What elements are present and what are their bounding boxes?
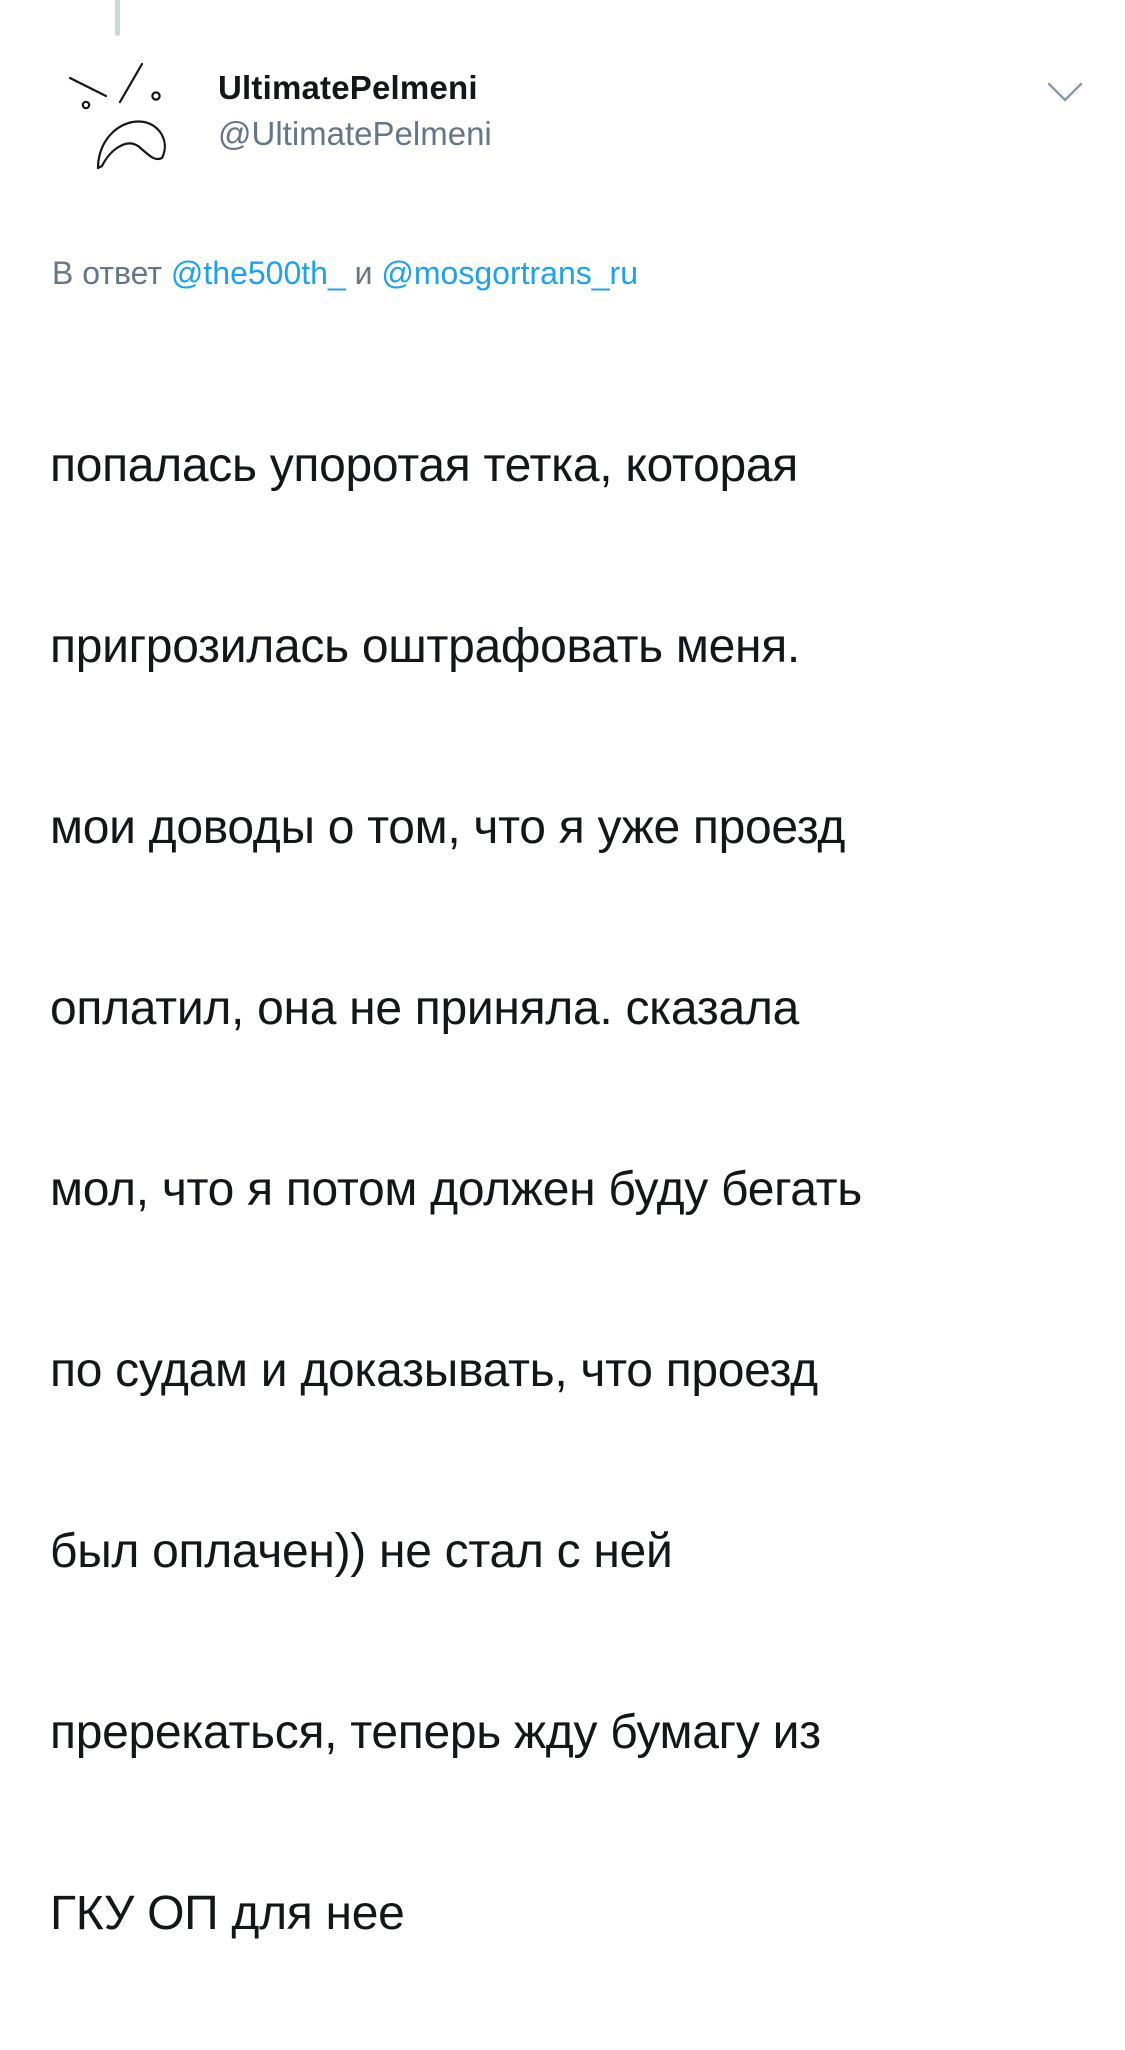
angry-face-doodle-icon — [68, 62, 166, 170]
tweet-text: попалась упоротая тетка, которая пригроз… — [50, 330, 1100, 2050]
reply-conjunction: и — [354, 255, 373, 291]
tweet-text-line: пригрозилась оштрафовать меня. — [50, 619, 800, 673]
reply-context: В ответ @the500th_ и @mosgortrans_ru — [52, 252, 638, 294]
tweet-text-line: был оплачен)) не стал с ней — [50, 1524, 673, 1578]
tweet-text-line: по судам и доказывать, что проезд — [50, 1343, 818, 1397]
thread-connector-line — [115, 0, 120, 36]
mention-link-the500th[interactable]: @the500th_ — [171, 255, 346, 291]
avatar[interactable] — [62, 58, 182, 178]
author-display-name[interactable]: UltimatePelmeni — [218, 68, 492, 108]
tweet-text-line: мои доводы о том, что я уже проезд — [50, 800, 846, 854]
chevron-down-icon — [1047, 82, 1083, 102]
tweet-text-line: оплатил, она не приняла. сказала — [50, 981, 799, 1035]
tweet-text-line: мол, что я потом должен буду бегать — [50, 1162, 862, 1216]
tweet-text-line: попалась упоротая тетка, которая — [50, 438, 798, 492]
reply-prefix: В ответ — [52, 255, 163, 291]
tweet-text-line: пререкаться, теперь жду бумагу из — [50, 1705, 821, 1759]
mention-link-mosgortrans[interactable]: @mosgortrans_ru — [381, 255, 638, 291]
tweet-author[interactable]: UltimatePelmeni @UltimatePelmeni — [218, 68, 492, 154]
author-handle[interactable]: @UltimatePelmeni — [218, 114, 492, 154]
tweet-text-line: ГКУ ОП для нее — [50, 1886, 405, 1940]
tweet-menu-button[interactable] — [1045, 78, 1085, 108]
